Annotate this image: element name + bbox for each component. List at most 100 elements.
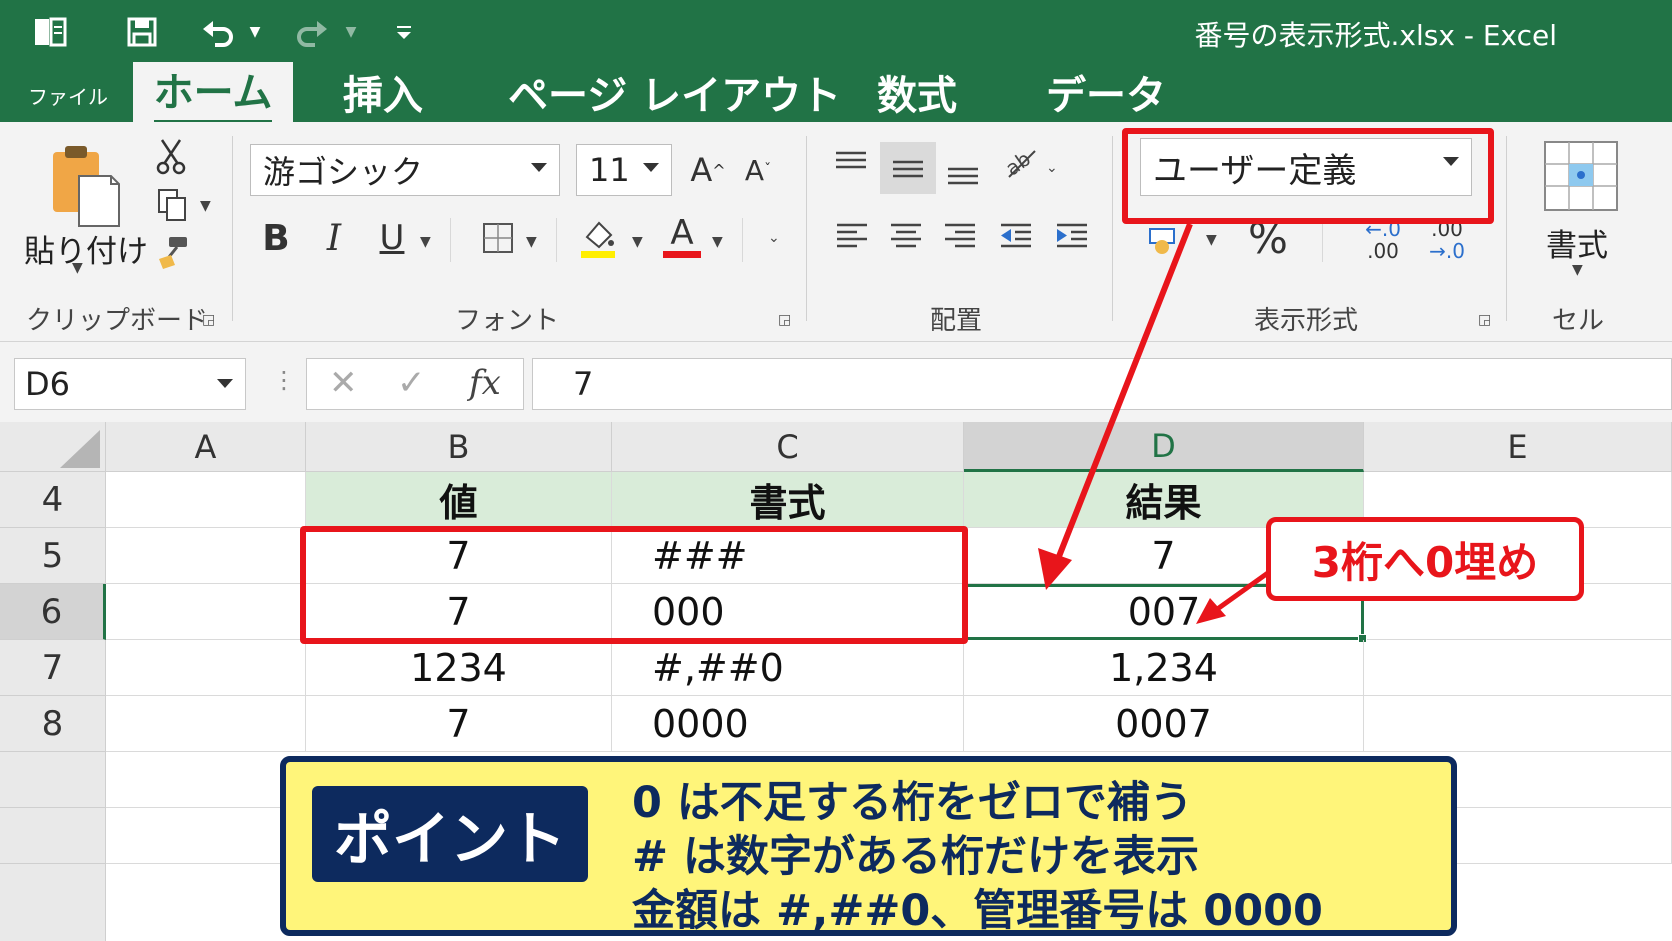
number-launcher-icon[interactable]: ◲ — [1478, 312, 1491, 328]
font-color-dropdown-icon[interactable]: ▼ — [712, 234, 723, 250]
accounting-dropdown-icon[interactable]: ▼ — [1206, 232, 1217, 248]
row-header-8[interactable]: 8 — [0, 696, 106, 752]
alignment-group-label: 配置 — [930, 306, 983, 336]
fill-color-dropdown-icon[interactable]: ▼ — [632, 234, 643, 250]
format-painter-icon[interactable] — [152, 232, 194, 274]
row-header-empty[interactable] — [0, 864, 106, 941]
select-all-corner[interactable] — [0, 422, 106, 472]
customize-qat-icon[interactable] — [388, 12, 420, 52]
orientation-dropdown-icon[interactable]: ⌄ — [1046, 160, 1058, 176]
font-name-select[interactable]: 游ゴシック — [250, 144, 560, 196]
font-color-icon: A — [670, 212, 694, 253]
font-size-select[interactable]: 11 — [576, 144, 672, 196]
undo-icon[interactable] — [196, 12, 240, 52]
font-launcher-icon[interactable]: ◲ — [778, 312, 791, 328]
row-header-5[interactable]: 5 — [0, 528, 106, 584]
group-divider — [232, 136, 233, 321]
accounting-format-icon[interactable] — [1144, 218, 1188, 262]
name-box[interactable]: D6 — [14, 358, 246, 410]
underline-dropdown-icon[interactable]: ▼ — [420, 234, 431, 250]
divider — [556, 218, 557, 262]
table-cell-format[interactable]: 0000 — [612, 696, 964, 752]
tab-home-label: ホーム — [153, 60, 273, 124]
format-cells-dropdown-icon[interactable]: ▼ — [1572, 262, 1583, 278]
cell[interactable] — [1364, 640, 1672, 696]
bold-button[interactable]: B — [256, 214, 296, 262]
row-header-6[interactable]: 6 — [0, 584, 106, 640]
divider — [1322, 218, 1323, 262]
chevron-down-icon — [217, 379, 233, 388]
rows-highlight — [300, 526, 968, 644]
formula-input[interactable]: 7 — [532, 358, 1672, 410]
font-color-button[interactable]: A — [660, 210, 704, 262]
cell[interactable] — [106, 696, 306, 752]
grow-font-icon: A — [690, 151, 713, 189]
tab-file[interactable]: ファイル — [28, 80, 108, 110]
paste-icon[interactable] — [40, 140, 130, 232]
grow-font-button[interactable]: A ^ — [688, 148, 728, 192]
point-line-2: # は数字がある桁だけを表示 — [632, 832, 1199, 882]
table-cell-format[interactable]: #,##0 — [612, 640, 964, 696]
italic-button[interactable]: I — [314, 214, 354, 262]
font-more-dropdown-icon[interactable]: ⌄ — [768, 230, 780, 246]
cell[interactable] — [106, 640, 306, 696]
decrease-indent-icon[interactable] — [996, 214, 1036, 258]
shrink-font-button[interactable]: Aˇ — [738, 148, 778, 192]
align-middle-icon[interactable] — [880, 142, 936, 194]
cell[interactable] — [106, 584, 306, 640]
cancel-icon[interactable]: ✕ — [329, 363, 358, 403]
borders-dropdown-icon[interactable]: ▼ — [526, 234, 537, 250]
point-panel: ポイント 0 は不足する桁をゼロで補う # は数字がある桁だけを表示 金額は #… — [280, 756, 1457, 936]
cell[interactable] — [106, 528, 306, 584]
align-top-icon[interactable] — [830, 142, 872, 186]
cell[interactable] — [1364, 696, 1672, 752]
align-left-icon[interactable] — [832, 214, 872, 258]
column-header-e[interactable]: E — [1364, 422, 1672, 472]
row-header-empty[interactable] — [0, 752, 106, 808]
group-divider — [1506, 136, 1507, 321]
clipboard-launcher-icon[interactable]: ◲ — [202, 312, 215, 328]
sheet-view-icon[interactable] — [28, 12, 72, 52]
enter-icon[interactable]: ✓ — [397, 363, 426, 403]
column-header-a[interactable]: A — [106, 422, 306, 472]
tab-data[interactable]: データ — [1046, 62, 1166, 122]
tab-insert[interactable]: 挿入 — [343, 62, 423, 122]
copy-dropdown-icon[interactable]: ▼ — [200, 198, 211, 214]
format-cells-label[interactable]: 書式 — [1546, 220, 1608, 265]
align-bottom-icon[interactable] — [942, 148, 984, 192]
cell[interactable] — [106, 472, 306, 528]
paste-label[interactable]: 貼り付け — [24, 226, 148, 271]
insert-function-icon[interactable]: fx — [469, 363, 501, 403]
column-header-c[interactable]: C — [612, 422, 964, 472]
row-header-4[interactable]: 4 — [0, 472, 106, 528]
point-badge: ポイント — [312, 786, 588, 882]
align-right-icon[interactable] — [940, 214, 980, 258]
table-cell-result[interactable]: 1,234 — [964, 640, 1364, 696]
save-icon[interactable] — [120, 12, 164, 52]
cut-icon[interactable] — [150, 136, 192, 178]
tab-formulas[interactable]: 数式 — [877, 62, 957, 122]
shrink-font-icon: A — [744, 153, 765, 187]
paste-dropdown-icon[interactable]: ▼ — [72, 260, 83, 276]
header-format[interactable]: 書式 — [612, 472, 964, 528]
table-cell-value[interactable]: 7 — [306, 696, 612, 752]
header-value[interactable]: 値 — [306, 472, 612, 528]
tab-page-layout[interactable]: ページ レイアウト — [508, 62, 841, 122]
row-header-7[interactable]: 7 — [0, 640, 106, 696]
column-header-d[interactable]: D — [964, 422, 1364, 472]
table-cell-value[interactable]: 1234 — [306, 640, 612, 696]
orientation-icon[interactable]: ab — [998, 140, 1042, 184]
tab-home[interactable]: ホーム — [133, 60, 293, 124]
format-cells-icon[interactable] — [1540, 138, 1622, 214]
table-cell-result[interactable]: 0007 — [964, 696, 1364, 752]
increase-indent-icon[interactable] — [1052, 214, 1092, 258]
copy-icon[interactable] — [152, 184, 194, 226]
number-group-label: 表示形式 — [1254, 306, 1359, 336]
row-header-empty[interactable] — [0, 808, 106, 864]
align-center-icon[interactable] — [886, 214, 926, 258]
borders-icon[interactable] — [476, 214, 520, 262]
underline-button[interactable]: U — [372, 214, 412, 262]
fill-color-icon[interactable] — [576, 212, 620, 262]
undo-dropdown-icon[interactable]: ▼ — [244, 12, 266, 52]
column-header-b[interactable]: B — [306, 422, 612, 472]
